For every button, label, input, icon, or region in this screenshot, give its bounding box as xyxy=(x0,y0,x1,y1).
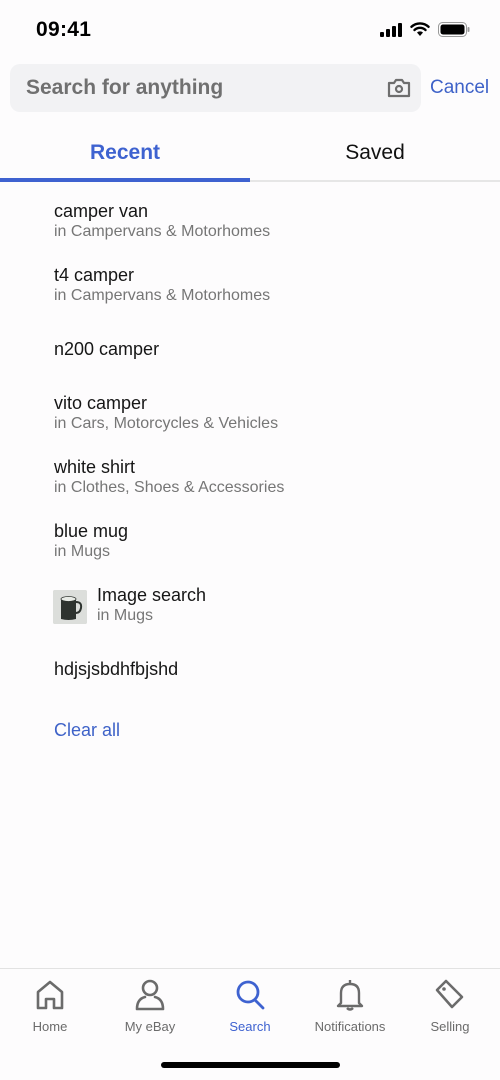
item-category: in Mugs xyxy=(54,543,111,560)
item-category: in Campervans & Motorhomes xyxy=(54,287,271,304)
item-title: white shirt xyxy=(54,457,136,477)
home-icon xyxy=(36,980,64,1010)
list-item-image-search[interactable]: Image search in Mugs xyxy=(53,584,473,626)
item-title: vito camper xyxy=(54,393,148,413)
search-box[interactable] xyxy=(10,64,421,112)
item-title: n200 camper xyxy=(54,339,160,359)
tab-saved[interactable]: Saved xyxy=(250,126,500,180)
item-category: in Cars, Motorcycles & Vehicles xyxy=(54,415,279,432)
item-category: in Mugs xyxy=(97,607,154,624)
battery-icon xyxy=(438,22,470,37)
cancel-button[interactable]: Cancel xyxy=(430,77,489,99)
item-title: t4 camper xyxy=(54,265,135,285)
nav-label: Search xyxy=(229,1019,271,1034)
tag-icon xyxy=(435,979,464,1009)
mug-image-icon xyxy=(53,590,87,624)
search-row: Cancel xyxy=(10,64,500,112)
wifi-icon xyxy=(410,22,430,36)
list-item[interactable]: vito camper in Cars, Motorcycles & Vehic… xyxy=(54,392,474,434)
item-category: in Clothes, Shoes & Accessories xyxy=(54,479,285,496)
item-title: Image search xyxy=(97,585,207,605)
tab-bar: Recent Saved xyxy=(0,126,500,182)
item-title: hdjsjsbdhfbjshd xyxy=(54,659,179,679)
list-item[interactable]: n200 camper xyxy=(54,338,474,360)
item-category: in Campervans & Motorhomes xyxy=(54,223,271,240)
camera-icon[interactable] xyxy=(387,77,411,99)
nav-label: Selling xyxy=(430,1019,470,1034)
home-indicator xyxy=(161,1062,340,1068)
search-input[interactable] xyxy=(26,64,366,112)
list-item[interactable]: white shirt in Clothes, Shoes & Accessor… xyxy=(54,456,474,498)
list-item[interactable]: camper van in Campervans & Motorhomes xyxy=(54,200,474,242)
nav-label: Notifications xyxy=(314,1019,386,1034)
nav-notifications[interactable]: Notifications xyxy=(300,977,400,1034)
status-time: 09:41 xyxy=(36,18,92,41)
list-item[interactable]: t4 camper in Campervans & Motorhomes xyxy=(54,264,474,306)
signal-icon xyxy=(380,22,402,37)
nav-label: Home xyxy=(32,1019,68,1034)
clear-all-button[interactable]: Clear all xyxy=(54,720,120,741)
item-title: blue mug xyxy=(54,521,129,541)
list-item[interactable]: blue mug in Mugs xyxy=(54,520,474,562)
list-item[interactable]: hdjsjsbdhfbjshd xyxy=(54,658,474,680)
bell-icon xyxy=(336,980,364,1011)
nav-selling[interactable]: Selling xyxy=(400,977,500,1034)
nav-my-ebay[interactable]: My eBay xyxy=(100,977,200,1034)
nav-home[interactable]: Home xyxy=(0,977,100,1034)
user-icon xyxy=(135,979,165,1011)
search-icon xyxy=(236,980,265,1010)
mug-thumbnail xyxy=(53,590,87,624)
nav-search[interactable]: Search xyxy=(200,977,300,1034)
tab-recent[interactable]: Recent xyxy=(0,126,250,182)
status-icons xyxy=(380,22,470,37)
nav-label: My eBay xyxy=(124,1019,176,1034)
item-title: camper van xyxy=(54,201,149,221)
status-bar: 09:41 xyxy=(0,0,500,58)
